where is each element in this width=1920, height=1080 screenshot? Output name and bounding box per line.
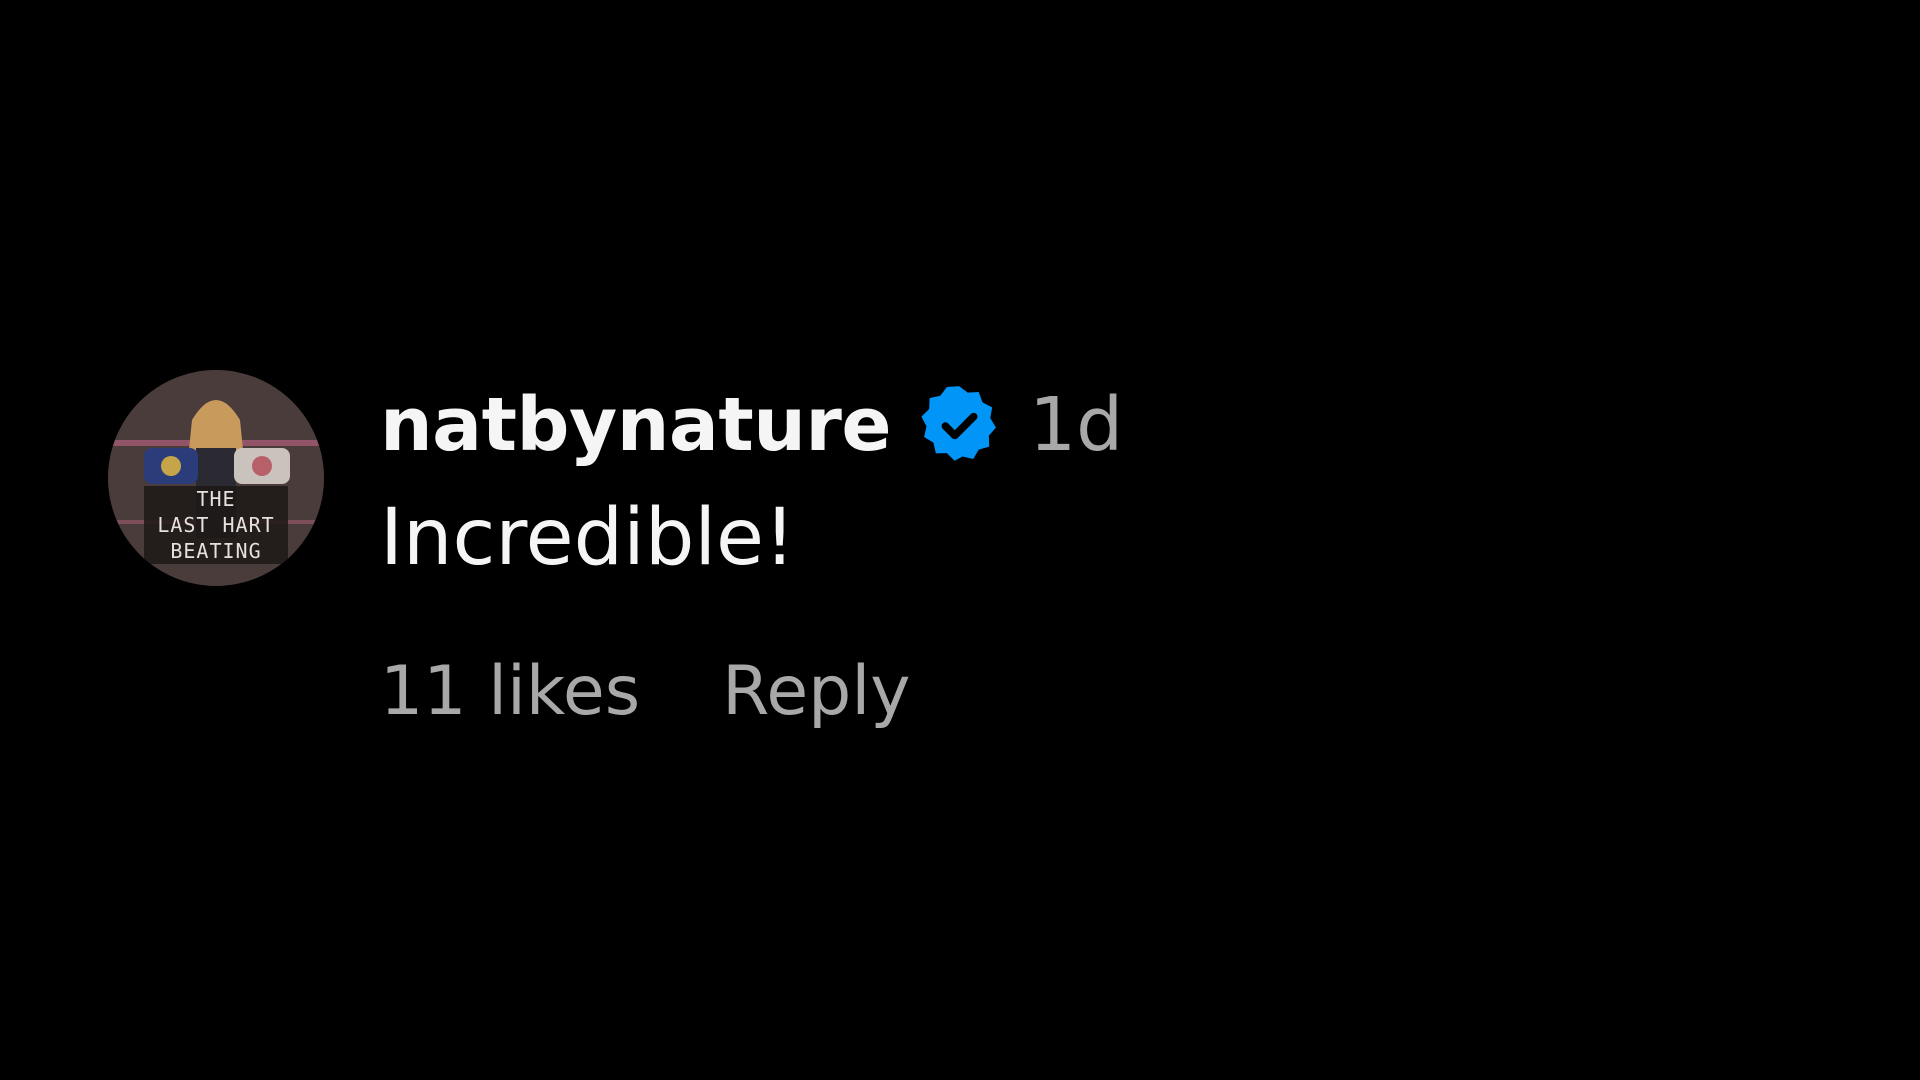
avatar-overlay-line: LAST HART bbox=[157, 513, 275, 537]
avatar[interactable]: THE LAST HART BEATING bbox=[108, 370, 324, 586]
username-link[interactable]: natbynature bbox=[380, 382, 892, 468]
comment-text: Incredible! bbox=[380, 493, 796, 583]
comment-actions: 11 likes Reply bbox=[380, 652, 1123, 731]
comment-item: THE LAST HART BEATING natbynature 1d Inc… bbox=[108, 370, 1123, 731]
timestamp[interactable]: 1d bbox=[1029, 382, 1123, 468]
comment-header: natbynature 1d bbox=[380, 360, 1123, 490]
avatar-overlay-line: BEATING bbox=[170, 539, 262, 563]
avatar-overlay-line: THE bbox=[196, 487, 236, 511]
verified-badge-icon bbox=[917, 383, 1001, 467]
comment-body: natbynature 1d Incredible! 11 likes Repl… bbox=[380, 370, 1123, 731]
avatar-overlay-text: THE LAST HART BEATING bbox=[108, 486, 324, 564]
reply-button[interactable]: Reply bbox=[722, 652, 910, 731]
likes-count-button[interactable]: 11 likes bbox=[380, 652, 640, 731]
